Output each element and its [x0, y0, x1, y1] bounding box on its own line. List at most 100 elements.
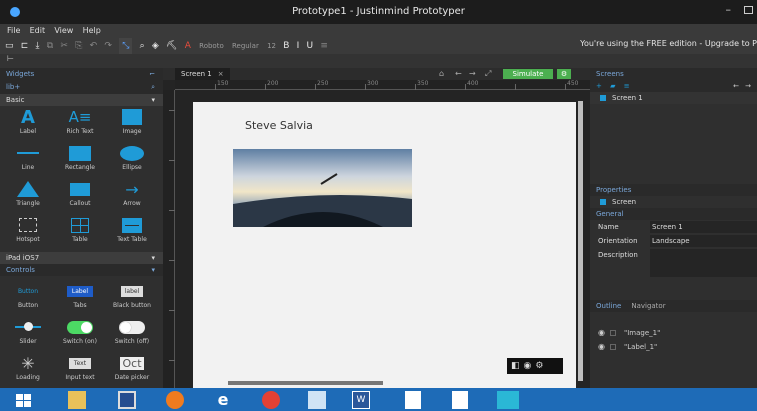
label-1[interactable]: Steve Salvia: [245, 119, 313, 132]
widget-loading[interactable]: ✳ Loading: [2, 352, 54, 388]
property-orientation-select[interactable]: Landscape: [650, 235, 757, 247]
bold-button[interactable]: B: [283, 38, 289, 54]
widget-rich-text[interactable]: A≡ Rich Text: [54, 106, 106, 142]
basic-section-header[interactable]: Basic ▾: [0, 94, 163, 106]
italic-button[interactable]: I: [297, 38, 300, 54]
back-arrow-icon[interactable]: ←: [733, 80, 739, 92]
select-tool-icon[interactable]: ⤡: [119, 38, 133, 54]
zoom-tool-icon[interactable]: ⌕: [140, 38, 145, 54]
justinmind-icon[interactable]: [497, 391, 519, 409]
widget-tabs[interactable]: Label Tabs: [54, 280, 106, 316]
menu-view[interactable]: View: [54, 26, 73, 35]
font-style-select[interactable]: Regular: [232, 38, 259, 54]
screen-list-item[interactable]: Screen 1: [590, 92, 757, 104]
undo-icon[interactable]: ↶: [90, 38, 98, 54]
widget-button[interactable]: Button Button: [2, 280, 54, 316]
chrome-icon[interactable]: [262, 391, 280, 409]
back-arrow-icon[interactable]: ←: [455, 68, 462, 80]
table-icon: [54, 214, 106, 236]
lock-checkbox[interactable]: [610, 344, 616, 350]
widget-triangle[interactable]: Triangle: [2, 178, 54, 214]
eye-icon[interactable]: ◉: [598, 326, 606, 340]
menu-help[interactable]: Help: [83, 26, 101, 35]
forward-arrow-icon[interactable]: →: [469, 68, 476, 80]
tab-screen-1[interactable]: Screen 1 ×: [175, 68, 230, 80]
expand-icon[interactable]: ⌐: [149, 68, 155, 80]
outline-item[interactable]: ◉ "Label_1": [590, 340, 757, 354]
widget-switch-off[interactable]: Switch (off): [106, 316, 158, 352]
library-icon[interactable]: lib+: [6, 83, 20, 91]
add-screen-icon[interactable]: +: [596, 82, 602, 90]
expand-canvas-icon[interactable]: ⤢: [485, 68, 491, 80]
fill-tool-icon[interactable]: ◈: [152, 38, 159, 54]
property-description-field[interactable]: [650, 249, 757, 277]
free-edition-notice[interactable]: You're using the FREE edition - Upgrade …: [580, 39, 757, 48]
widget-callout[interactable]: Callout: [54, 178, 106, 214]
eye-icon[interactable]: ◉: [524, 361, 536, 371]
screen-icon[interactable]: ◧: [511, 361, 524, 371]
eye-icon[interactable]: ◉: [598, 340, 606, 354]
open-folder-icon[interactable]: ⊏: [21, 38, 29, 54]
menu-file[interactable]: File: [7, 26, 20, 35]
copy-icon[interactable]: ⧉: [47, 38, 53, 54]
horizontal-scrollbar[interactable]: [228, 381, 383, 385]
widget-date-picker[interactable]: Oct Date picker: [106, 352, 158, 388]
widget-input-text[interactable]: Text Input text: [54, 352, 106, 388]
tab-navigator[interactable]: Navigator: [631, 302, 665, 310]
close-icon[interactable]: ×: [218, 70, 224, 78]
screen-page[interactable]: [193, 102, 576, 388]
home-icon[interactable]: ⌂: [439, 68, 444, 80]
widget-black-button[interactable]: label Black button: [106, 280, 158, 316]
widget-line[interactable]: Line: [2, 142, 54, 178]
underline-button[interactable]: U: [307, 38, 314, 54]
ipad-section-header[interactable]: iPad iOS7 ▾: [0, 252, 163, 264]
lock-checkbox[interactable]: [610, 330, 616, 336]
forward-arrow-icon[interactable]: →: [745, 80, 751, 92]
simulate-button[interactable]: Simulate: [503, 69, 553, 79]
mail-icon[interactable]: [308, 391, 326, 409]
widget-rectangle[interactable]: Rectangle: [54, 142, 106, 178]
image-1[interactable]: [233, 149, 412, 227]
file-explorer-icon[interactable]: [68, 391, 86, 409]
minimize-button[interactable]: –: [726, 3, 732, 16]
search-icon[interactable]: ⌕: [151, 80, 155, 94]
property-name-field[interactable]: Screen 1: [650, 221, 757, 233]
redo-icon[interactable]: ↷: [104, 38, 112, 54]
document-icon[interactable]: [405, 391, 421, 409]
font-family-select[interactable]: Roboto: [199, 38, 224, 54]
widget-slider[interactable]: Slider: [2, 316, 54, 352]
widget-label[interactable]: A Label: [2, 106, 54, 142]
widget-image[interactable]: Image: [106, 106, 158, 142]
align-icon[interactable]: ≡: [320, 38, 328, 54]
tab-outline[interactable]: Outline: [596, 302, 621, 310]
maximize-button[interactable]: [744, 6, 753, 14]
collapse-icon[interactable]: ⊢: [7, 54, 14, 63]
widget-ellipse[interactable]: Ellipse: [106, 142, 158, 178]
windows-start-icon[interactable]: [10, 391, 38, 409]
document-icon[interactable]: [452, 391, 468, 409]
widget-table[interactable]: Table: [54, 214, 106, 250]
font-size-select[interactable]: 12: [267, 38, 276, 54]
list-icon[interactable]: ≡: [624, 82, 630, 90]
folder-icon[interactable]: ▰: [610, 82, 615, 90]
internet-explorer-icon[interactable]: e: [214, 391, 232, 409]
widget-hotspot[interactable]: Hotspot: [2, 214, 54, 250]
gear-icon[interactable]: ⚙: [535, 361, 547, 371]
widget-arrow[interactable]: → Arrow: [106, 178, 158, 214]
word-icon[interactable]: W: [352, 391, 370, 409]
paste-icon[interactable]: ⎘: [75, 38, 82, 54]
save-icon[interactable]: ⤓: [36, 38, 40, 54]
format-painter-icon[interactable]: ⛏: [166, 38, 177, 54]
cut-icon[interactable]: ✂: [60, 38, 68, 54]
firefox-icon[interactable]: [166, 391, 184, 409]
menu-edit[interactable]: Edit: [30, 26, 46, 35]
simulate-settings-icon[interactable]: ⚙: [557, 69, 571, 79]
font-color-icon[interactable]: A: [185, 38, 191, 54]
controls-section-header[interactable]: Controls ▾: [0, 264, 163, 276]
widget-text-table[interactable]: Text Table: [106, 214, 158, 250]
vertical-scrollbar[interactable]: [578, 101, 583, 381]
outline-item[interactable]: ◉ "Image_1": [590, 326, 757, 340]
new-icon[interactable]: ▭: [5, 38, 14, 54]
desktop-app-icon[interactable]: [118, 391, 136, 409]
widget-switch-on[interactable]: Switch (on): [54, 316, 106, 352]
